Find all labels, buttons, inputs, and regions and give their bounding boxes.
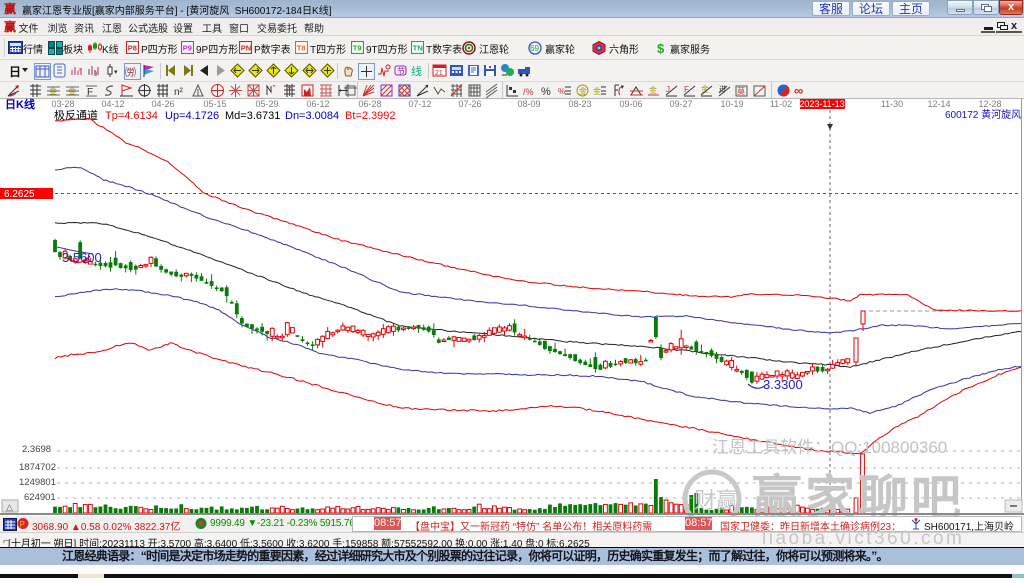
svg-text:T9: T9 (353, 44, 362, 53)
svg-text:莫: 莫 (737, 86, 745, 96)
svg-text:": " (273, 85, 276, 92)
svg-text:3: 3 (94, 72, 98, 78)
svg-text:69: 69 (530, 44, 539, 53)
svg-text:Bt=2.3992: Bt=2.3992 (345, 110, 395, 122)
svg-text:Up=4.1726: Up=4.1726 (165, 110, 219, 122)
svg-text:11-30: 11-30 (881, 99, 903, 109)
svg-text:/%: /% (523, 87, 534, 97)
svg-text:赢: 赢 (4, 2, 16, 15)
svg-text:3.5600: 3.5600 (62, 250, 102, 265)
svg-text:12-14: 12-14 (927, 99, 950, 109)
svg-text:Tp=4.6134: Tp=4.6134 (105, 110, 158, 122)
svg-text:1249801: 1249801 (19, 477, 56, 488)
svg-text:△: △ (6, 502, 13, 512)
svg-text:金: 金 (68, 86, 76, 96)
svg-text:n²: n² (174, 87, 184, 98)
svg-text:进: 进 (719, 85, 726, 93)
svg-text:12-28: 12-28 (978, 99, 1001, 109)
svg-text:%: % (558, 87, 565, 96)
svg-text:∞: ∞ (794, 83, 803, 98)
svg-text:$: $ (657, 41, 665, 55)
svg-text:P8: P8 (128, 44, 137, 53)
svg-text:财赢: 财赢 (694, 488, 738, 513)
svg-text:赢: 赢 (4, 20, 16, 33)
svg-text:㈸: ㈸ (125, 66, 136, 79)
svg-text:3.3300: 3.3300 (763, 377, 803, 392)
svg-text:P: P (20, 520, 25, 529)
svg-text:金: 金 (649, 85, 657, 95)
svg-text:金: 金 (49, 86, 57, 96)
svg-text:1874702: 1874702 (19, 462, 56, 473)
svg-text:600172 黄河旋风: 600172 黄河旋风 (945, 108, 1021, 121)
svg-text:6.2625: 6.2625 (4, 189, 35, 200)
svg-text:♪: ♪ (78, 67, 81, 73)
svg-text:金: 金 (593, 86, 601, 96)
svg-text:Md=3.6731: Md=3.6731 (225, 110, 280, 122)
svg-text:PN: PN (241, 44, 251, 53)
svg-text:2.3698: 2.3698 (22, 444, 51, 455)
svg-text:Dn=3.0084: Dn=3.0084 (285, 110, 339, 122)
svg-text:%: % (541, 86, 551, 98)
svg-text:金: 金 (579, 86, 587, 96)
svg-text:TN: TN (413, 44, 423, 53)
svg-text:T8: T8 (297, 44, 306, 53)
svg-text:21: 21 (435, 70, 443, 77)
svg-text:节: 节 (397, 67, 405, 76)
svg-text:江恩工具软件：QQ:100800360: 江恩工具软件：QQ:100800360 (712, 438, 947, 457)
svg-text:▾: ▾ (114, 69, 118, 76)
svg-text:极反通道: 极反通道 (54, 108, 98, 122)
svg-text:线: 线 (411, 64, 422, 78)
svg-text:P9: P9 (183, 44, 192, 53)
svg-text:624901: 624901 (24, 492, 56, 503)
